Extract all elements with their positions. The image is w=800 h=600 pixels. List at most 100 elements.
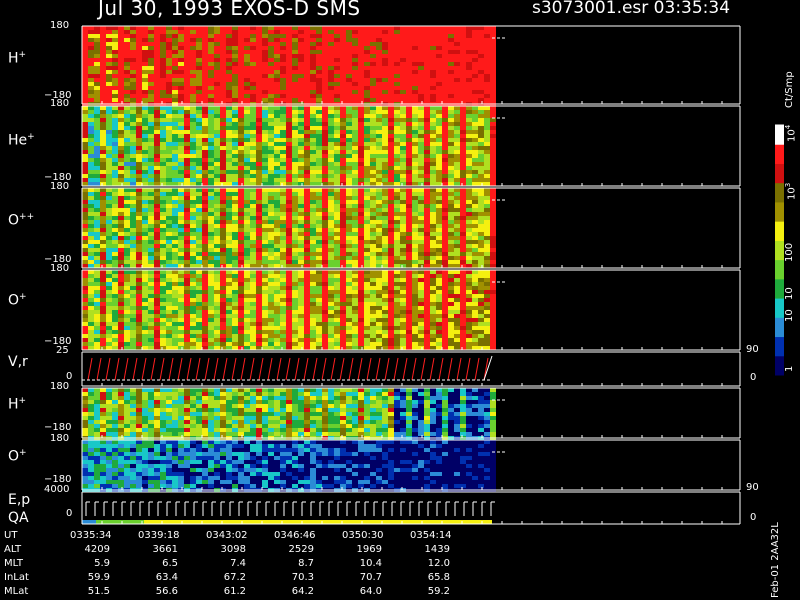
spectrogram-cell (160, 282, 166, 286)
spectrogram-cell (196, 252, 202, 256)
spectrogram-cell (82, 346, 88, 350)
spectrogram-cell (406, 34, 412, 38)
spectrogram-cell (238, 248, 244, 252)
spectrogram-cell (208, 26, 214, 30)
spectrogram-cell (238, 154, 244, 158)
spectrogram-cell (394, 150, 400, 154)
spectrogram-cell (82, 74, 88, 78)
spectrogram-cell (238, 182, 244, 186)
spectrogram-cell (490, 50, 496, 54)
spectrogram-cell (256, 86, 262, 90)
spectrogram-cell (262, 106, 268, 110)
spectrogram-cell (232, 90, 238, 94)
spectrogram-cell (226, 244, 232, 248)
spectrogram-cell (352, 62, 358, 66)
spectrogram-cell (286, 236, 292, 240)
spectrogram-cell (226, 228, 232, 232)
spectrogram-cell (178, 50, 184, 54)
spectrogram-cell (154, 310, 160, 314)
spectrogram-cell (136, 248, 142, 252)
spectrogram-cell (298, 338, 304, 342)
spectrogram-cell (202, 46, 208, 50)
spectrogram-cell (328, 94, 334, 98)
spectrogram-cell (178, 278, 184, 282)
spectrogram-cell (454, 236, 460, 240)
spectrogram-cell (136, 46, 142, 50)
spectrogram-cell (220, 134, 226, 138)
spectrogram-cell (388, 228, 394, 232)
spectrogram-cell (370, 30, 376, 34)
spectrogram-cell (274, 318, 280, 322)
spectrogram-cell (394, 50, 400, 54)
spectrogram-cell (118, 162, 124, 166)
spectrogram-cell (334, 146, 340, 150)
spectrogram-cell (400, 66, 406, 70)
spectrogram-cell (88, 248, 94, 252)
spectrogram-cell (418, 244, 424, 248)
spectrogram-cell (268, 182, 274, 186)
spectrogram-cell (304, 26, 310, 30)
spectrogram-cell (322, 150, 328, 154)
spectrogram-cell (178, 122, 184, 126)
spectrogram-cell (298, 256, 304, 260)
spectrogram-cell (286, 38, 292, 42)
spectrogram-cell (118, 42, 124, 46)
spectrogram-cell (262, 66, 268, 70)
spectrogram-cell (178, 110, 184, 114)
spectrogram-cell (340, 212, 346, 216)
spectrogram-cell (334, 170, 340, 174)
spectrogram-cell (364, 34, 370, 38)
spectrogram-cell (82, 70, 88, 74)
spectrogram-cell (94, 232, 100, 236)
spectrogram-cell (442, 174, 448, 178)
spectrogram-cell (376, 256, 382, 260)
spectrogram-cell (118, 256, 124, 260)
spectrogram-cell (346, 126, 352, 130)
spectrogram-cell (352, 224, 358, 228)
spectrogram-cell (352, 130, 358, 134)
spectrogram-cell (454, 200, 460, 204)
spectrogram-cell (106, 204, 112, 208)
spectrogram-cell (328, 170, 334, 174)
spectrogram-cell (412, 94, 418, 98)
spectrogram-cell (154, 110, 160, 114)
spectrogram-cell (196, 236, 202, 240)
spectrogram-cell (460, 146, 466, 150)
spectrogram-cell (346, 110, 352, 114)
spectrogram-cell (274, 178, 280, 182)
spectrogram-cell (88, 82, 94, 86)
spectrogram-cell (112, 342, 118, 346)
spectrogram-cell (310, 122, 316, 126)
spectrogram-cell (238, 90, 244, 94)
spectrogram-cell (106, 188, 112, 192)
spectrogram-cell (316, 170, 322, 174)
spectrogram-cell (418, 178, 424, 182)
spectrogram-cell (214, 38, 220, 42)
spectrogram-cell (154, 290, 160, 294)
spectrogram-cell (364, 66, 370, 70)
spectrogram-cell (226, 170, 232, 174)
spectrogram-cell (202, 154, 208, 158)
spectrogram-cell (136, 106, 142, 110)
spectrogram-cell (268, 196, 274, 200)
spectrogram-cell (118, 310, 124, 314)
spectrogram-cell (214, 150, 220, 154)
spectrogram-cell (118, 298, 124, 302)
spectrogram-cell (118, 236, 124, 240)
spectrogram-cell (484, 42, 490, 46)
spectrogram-cell (376, 236, 382, 240)
spectrogram-cell (490, 38, 496, 42)
spectrogram-cell (382, 162, 388, 166)
spectrogram-cell (334, 130, 340, 134)
spectrogram-cell (274, 256, 280, 260)
spectrogram-cell (118, 86, 124, 90)
spectrogram-cell (244, 98, 250, 102)
spectrogram-cell (316, 54, 322, 58)
spectrogram-cell (472, 224, 478, 228)
spectrogram-cell (124, 310, 130, 314)
spectrogram-cell (484, 228, 490, 232)
spectrogram-cell (250, 74, 256, 78)
spectrogram-cell (154, 30, 160, 34)
spectrogram-cell (148, 282, 154, 286)
spectrogram-cell (208, 212, 214, 216)
